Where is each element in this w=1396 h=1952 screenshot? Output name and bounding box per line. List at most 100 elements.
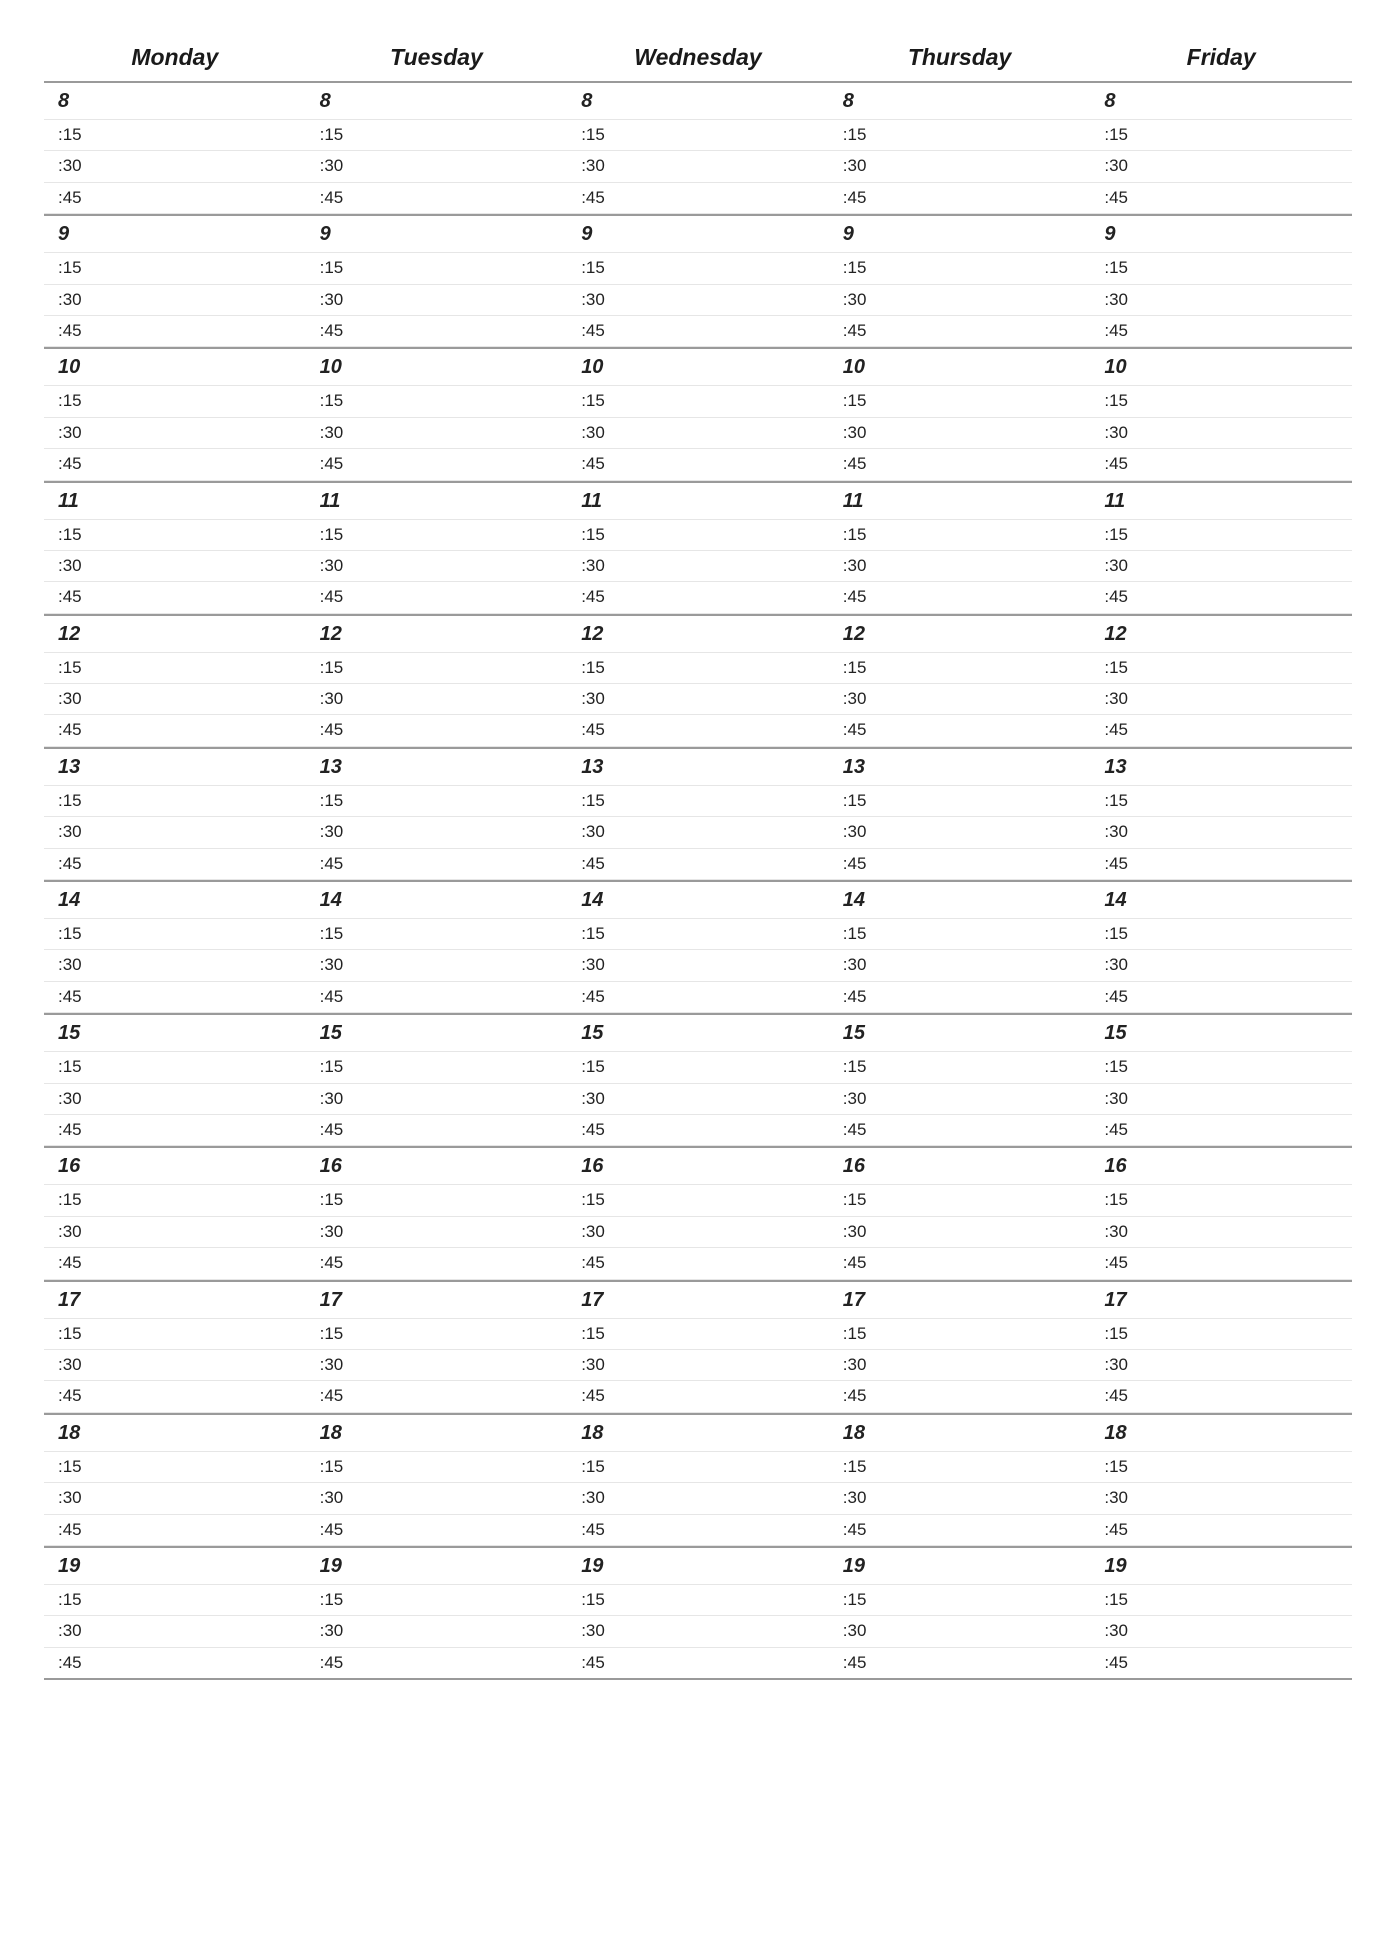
minute-slot[interactable]: :45 (1090, 1381, 1352, 1412)
minute-slot[interactable]: :30 (567, 817, 829, 848)
minute-slot[interactable]: :30 (306, 817, 568, 848)
minute-slot[interactable]: :15 (567, 520, 829, 551)
minute-slot[interactable]: :30 (829, 1217, 1091, 1248)
hour-slot[interactable]: 17 (44, 1280, 306, 1319)
hour-slot[interactable]: 16 (1090, 1146, 1352, 1185)
hour-slot[interactable]: 19 (306, 1546, 568, 1585)
hour-slot[interactable]: 15 (1090, 1013, 1352, 1052)
minute-slot[interactable]: :30 (567, 950, 829, 981)
minute-slot[interactable]: :45 (44, 1115, 306, 1146)
minute-slot[interactable]: :45 (1090, 982, 1352, 1013)
hour-slot[interactable]: 14 (44, 880, 306, 919)
hour-slot[interactable]: 13 (306, 747, 568, 786)
hour-slot[interactable]: 8 (829, 83, 1091, 120)
minute-slot[interactable]: :15 (1090, 653, 1352, 684)
hour-slot[interactable]: 8 (44, 83, 306, 120)
minute-slot[interactable]: :45 (567, 183, 829, 214)
hour-slot[interactable]: 9 (306, 214, 568, 253)
minute-slot[interactable]: :30 (829, 817, 1091, 848)
hour-slot[interactable]: 8 (1090, 83, 1352, 120)
minute-slot[interactable]: :15 (306, 1452, 568, 1483)
minute-slot[interactable]: :45 (829, 582, 1091, 613)
minute-slot[interactable]: :30 (44, 1217, 306, 1248)
hour-slot[interactable]: 17 (567, 1280, 829, 1319)
hour-slot[interactable]: 10 (567, 347, 829, 386)
minute-slot[interactable]: :45 (306, 715, 568, 746)
minute-slot[interactable]: :45 (1090, 449, 1352, 480)
minute-slot[interactable]: :15 (306, 1319, 568, 1350)
hour-slot[interactable]: 17 (829, 1280, 1091, 1319)
minute-slot[interactable]: :30 (1090, 285, 1352, 316)
minute-slot[interactable]: :45 (1090, 849, 1352, 880)
minute-slot[interactable]: :45 (44, 582, 306, 613)
minute-slot[interactable]: :30 (306, 684, 568, 715)
minute-slot[interactable]: :30 (567, 1084, 829, 1115)
minute-slot[interactable]: :30 (306, 418, 568, 449)
hour-slot[interactable]: 10 (44, 347, 306, 386)
minute-slot[interactable]: :45 (306, 1648, 568, 1680)
minute-slot[interactable]: :30 (44, 1616, 306, 1647)
minute-slot[interactable]: :15 (829, 1319, 1091, 1350)
hour-slot[interactable]: 16 (44, 1146, 306, 1185)
minute-slot[interactable]: :30 (829, 1483, 1091, 1514)
minute-slot[interactable]: :45 (829, 849, 1091, 880)
minute-slot[interactable]: :45 (306, 1515, 568, 1546)
minute-slot[interactable]: :30 (306, 1616, 568, 1647)
minute-slot[interactable]: :30 (567, 285, 829, 316)
minute-slot[interactable]: :30 (829, 684, 1091, 715)
minute-slot[interactable]: :30 (1090, 418, 1352, 449)
minute-slot[interactable]: :15 (567, 1452, 829, 1483)
minute-slot[interactable]: :30 (44, 950, 306, 981)
minute-slot[interactable]: :15 (567, 120, 829, 151)
minute-slot[interactable]: :45 (306, 982, 568, 1013)
minute-slot[interactable]: :30 (1090, 151, 1352, 182)
minute-slot[interactable]: :30 (567, 418, 829, 449)
minute-slot[interactable]: :15 (1090, 1585, 1352, 1616)
minute-slot[interactable]: :30 (567, 1483, 829, 1514)
minute-slot[interactable]: :45 (829, 982, 1091, 1013)
minute-slot[interactable]: :15 (567, 919, 829, 950)
minute-slot[interactable]: :30 (567, 1616, 829, 1647)
minute-slot[interactable]: :30 (306, 1217, 568, 1248)
minute-slot[interactable]: :45 (44, 1381, 306, 1412)
minute-slot[interactable]: :30 (829, 1084, 1091, 1115)
minute-slot[interactable]: :45 (44, 1248, 306, 1279)
hour-slot[interactable]: 12 (306, 614, 568, 653)
hour-slot[interactable]: 11 (1090, 481, 1352, 520)
hour-slot[interactable]: 11 (306, 481, 568, 520)
minute-slot[interactable]: :15 (829, 1452, 1091, 1483)
minute-slot[interactable]: :45 (306, 449, 568, 480)
minute-slot[interactable]: :15 (1090, 120, 1352, 151)
hour-slot[interactable]: 12 (829, 614, 1091, 653)
minute-slot[interactable]: :30 (306, 285, 568, 316)
minute-slot[interactable]: :15 (44, 253, 306, 284)
minute-slot[interactable]: :15 (306, 1052, 568, 1083)
minute-slot[interactable]: :30 (829, 151, 1091, 182)
minute-slot[interactable]: :45 (1090, 183, 1352, 214)
minute-slot[interactable]: :15 (1090, 1319, 1352, 1350)
minute-slot[interactable]: :15 (1090, 1185, 1352, 1216)
minute-slot[interactable]: :15 (44, 1452, 306, 1483)
minute-slot[interactable]: :45 (567, 982, 829, 1013)
hour-slot[interactable]: 19 (829, 1546, 1091, 1585)
hour-slot[interactable]: 19 (44, 1546, 306, 1585)
minute-slot[interactable]: :15 (1090, 386, 1352, 417)
minute-slot[interactable]: :30 (44, 684, 306, 715)
minute-slot[interactable]: :15 (829, 120, 1091, 151)
minute-slot[interactable]: :30 (306, 1350, 568, 1381)
minute-slot[interactable]: :30 (44, 285, 306, 316)
hour-slot[interactable]: 10 (829, 347, 1091, 386)
hour-slot[interactable]: 9 (829, 214, 1091, 253)
minute-slot[interactable]: :30 (44, 1483, 306, 1514)
minute-slot[interactable]: :45 (1090, 316, 1352, 347)
minute-slot[interactable]: :15 (567, 1185, 829, 1216)
hour-slot[interactable]: 12 (1090, 614, 1352, 653)
hour-slot[interactable]: 14 (1090, 880, 1352, 919)
hour-slot[interactable]: 16 (829, 1146, 1091, 1185)
minute-slot[interactable]: :15 (306, 786, 568, 817)
minute-slot[interactable]: :15 (1090, 520, 1352, 551)
minute-slot[interactable]: :15 (44, 1319, 306, 1350)
minute-slot[interactable]: :15 (567, 253, 829, 284)
minute-slot[interactable]: :45 (44, 982, 306, 1013)
hour-slot[interactable]: 14 (567, 880, 829, 919)
